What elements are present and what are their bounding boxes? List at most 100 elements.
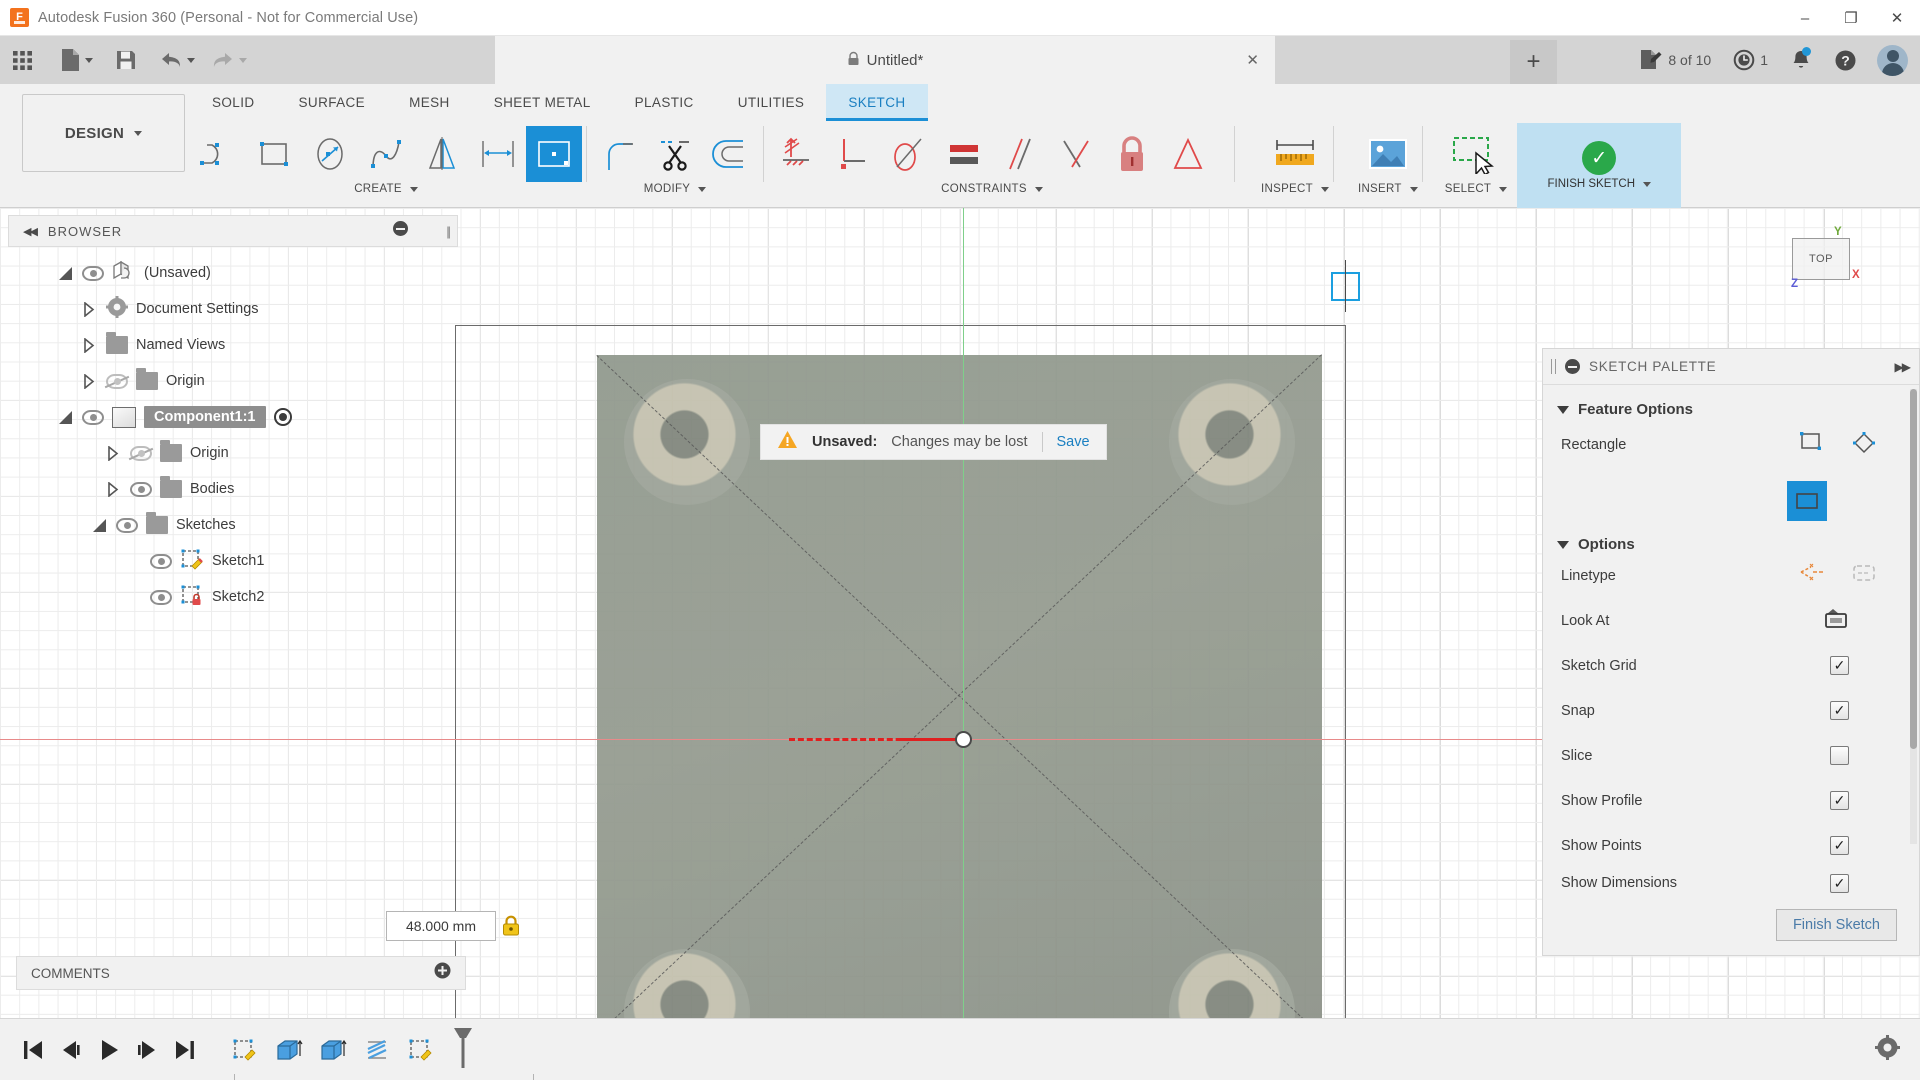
- sketch-feature-icon[interactable]: [402, 1032, 440, 1068]
- document-tab[interactable]: Untitled* ✕: [495, 36, 1275, 84]
- chevron-down-icon[interactable]: [187, 57, 195, 63]
- equal-constraint-button[interactable]: [936, 126, 992, 182]
- show-profile-checkbox[interactable]: ✓: [1830, 791, 1849, 810]
- ribbon-tab-utilities[interactable]: UTILITIES: [716, 84, 827, 121]
- finish-sketch-button[interactable]: Finish Sketch: [1775, 909, 1897, 941]
- spline-tool-button[interactable]: [358, 126, 414, 182]
- palette-scrollbar[interactable]: [1910, 389, 1917, 844]
- tangent-constraint-button[interactable]: [880, 126, 936, 182]
- new-tab-button[interactable]: +: [1510, 40, 1557, 84]
- tree-row-sketch1[interactable]: Sketch1: [8, 543, 458, 579]
- tree-row-origin-root[interactable]: Origin: [8, 363, 458, 399]
- minus-circle-icon[interactable]: [1565, 359, 1580, 374]
- ribbon-tab-surface[interactable]: SURFACE: [277, 84, 388, 121]
- apps-grid-icon[interactable]: [4, 44, 40, 76]
- shell-feature-icon[interactable]: [358, 1032, 396, 1068]
- show-points-checkbox[interactable]: ✓: [1830, 836, 1849, 855]
- view-cube[interactable]: TOP Y X Z: [1784, 226, 1860, 290]
- visibility-eye-off-icon[interactable]: [128, 445, 154, 461]
- close-window-button[interactable]: ✕: [1874, 0, 1920, 36]
- coincident-constraint-button[interactable]: [1048, 126, 1104, 182]
- centerline-icon[interactable]: [1851, 562, 1877, 589]
- minimize-button[interactable]: –: [1782, 0, 1828, 36]
- mirror-tool-button[interactable]: [414, 126, 470, 182]
- add-comment-icon[interactable]: [434, 962, 451, 984]
- visibility-eye-icon[interactable]: [130, 481, 152, 497]
- selected-sketch-segment-solid[interactable]: [900, 738, 960, 741]
- view-cube-face[interactable]: TOP: [1792, 238, 1850, 280]
- twisty-open-icon[interactable]: [56, 408, 74, 426]
- parallel-constraint-button[interactable]: [992, 126, 1048, 182]
- activate-component-radio[interactable]: [273, 408, 292, 426]
- grip-icon[interactable]: ||: [446, 224, 451, 239]
- section-options[interactable]: Options: [1543, 536, 1919, 553]
- ribbon-tab-mesh[interactable]: MESH: [387, 84, 472, 121]
- step-forward-icon[interactable]: [128, 1030, 166, 1070]
- tree-row-sketch2[interactable]: Sketch2: [8, 579, 458, 615]
- lock-gold-icon[interactable]: [502, 915, 520, 936]
- help-button[interactable]: ?: [1824, 36, 1867, 84]
- twisty-right-icon[interactable]: [80, 300, 98, 318]
- visibility-eye-icon[interactable]: [150, 553, 172, 569]
- palette-scrollbar-thumb[interactable]: [1910, 389, 1917, 749]
- twisty-right-icon[interactable]: [80, 336, 98, 354]
- history-status[interactable]: 1: [1723, 36, 1778, 84]
- grip-icon[interactable]: [1551, 359, 1556, 374]
- tree-row-sketches[interactable]: Sketches: [8, 507, 458, 543]
- go-to-end-icon[interactable]: [166, 1030, 204, 1070]
- tree-row-bodies[interactable]: Bodies: [8, 471, 458, 507]
- offset-tool-button[interactable]: [703, 126, 759, 182]
- visibility-eye-icon[interactable]: [116, 517, 138, 533]
- sketch-origin-point[interactable]: [955, 731, 972, 748]
- tree-row-origin-component[interactable]: Origin: [8, 435, 458, 471]
- ribbon-tab-plastic[interactable]: PLASTIC: [613, 84, 716, 121]
- symmetry-constraint-button[interactable]: [1160, 126, 1216, 182]
- ribbon-tab-sheet-metal[interactable]: SHEET METAL: [472, 84, 613, 121]
- visibility-eye-icon[interactable]: [82, 409, 104, 425]
- insert-image-tool-button[interactable]: [1360, 126, 1416, 182]
- tree-row-named-views[interactable]: Named Views: [8, 327, 458, 363]
- finish-sketch-ribbon-button[interactable]: ✓ FINISH SKETCH: [1517, 123, 1682, 208]
- ribbon-group-select-label[interactable]: SELECT: [1445, 183, 1508, 195]
- slice-checkbox[interactable]: ✓: [1830, 746, 1849, 765]
- minus-circle-icon[interactable]: [393, 221, 409, 241]
- fix-unfix-constraint-button[interactable]: [1104, 126, 1160, 182]
- avatar[interactable]: [1877, 44, 1908, 76]
- redo-icon[interactable]: [211, 44, 247, 76]
- tree-row-document-settings[interactable]: Document Settings: [8, 291, 458, 327]
- twisty-open-icon[interactable]: [56, 264, 74, 282]
- perpendicular-constraint-button[interactable]: [824, 126, 880, 182]
- show-dimensions-checkbox[interactable]: ✓: [1830, 873, 1849, 893]
- notifications-button[interactable]: [1780, 36, 1822, 84]
- snap-checkbox[interactable]: ✓: [1830, 701, 1849, 720]
- visibility-eye-icon[interactable]: [150, 589, 172, 605]
- bolt-hole-bottom-left[interactable]: [624, 949, 750, 1018]
- trim-tool-button[interactable]: [647, 126, 703, 182]
- select-window-tool-button[interactable]: [1448, 126, 1504, 182]
- comments-bar[interactable]: COMMENTS: [16, 956, 466, 990]
- tree-row-component1[interactable]: Component1:1: [8, 399, 458, 435]
- maximize-button[interactable]: ❐: [1828, 0, 1874, 36]
- new-document-icon[interactable]: [60, 44, 93, 76]
- visibility-eye-off-icon[interactable]: [104, 373, 130, 389]
- horizontal-vertical-constraint-button[interactable]: [768, 126, 824, 182]
- settings-gear-icon[interactable]: [1875, 1034, 1900, 1065]
- two-point-rectangle-icon[interactable]: [1799, 431, 1825, 459]
- ribbon-group-constraints-label[interactable]: CONSTRAINTS: [941, 183, 1043, 195]
- save-link[interactable]: Save: [1057, 434, 1090, 450]
- ribbon-group-inspect-label[interactable]: INSPECT: [1261, 183, 1329, 195]
- line-tool-button[interactable]: [190, 126, 246, 182]
- extrude-feature-icon[interactable]: [314, 1032, 352, 1068]
- close-document-tab-icon[interactable]: ✕: [1246, 51, 1259, 69]
- jobs-status[interactable]: 8 of 10: [1629, 36, 1721, 84]
- step-back-icon[interactable]: [52, 1030, 90, 1070]
- chevron-down-icon[interactable]: [85, 57, 93, 63]
- sketch-feature-icon[interactable]: [226, 1032, 264, 1068]
- construction-line-icon[interactable]: [1799, 562, 1825, 589]
- center-rectangle-icon[interactable]: [1851, 431, 1877, 460]
- twisty-right-icon[interactable]: [80, 372, 98, 390]
- twisty-right-icon[interactable]: [104, 480, 122, 498]
- undo-icon[interactable]: [159, 44, 195, 76]
- fillet-tool-button[interactable]: [591, 126, 647, 182]
- measure-tool-button[interactable]: [1267, 126, 1323, 182]
